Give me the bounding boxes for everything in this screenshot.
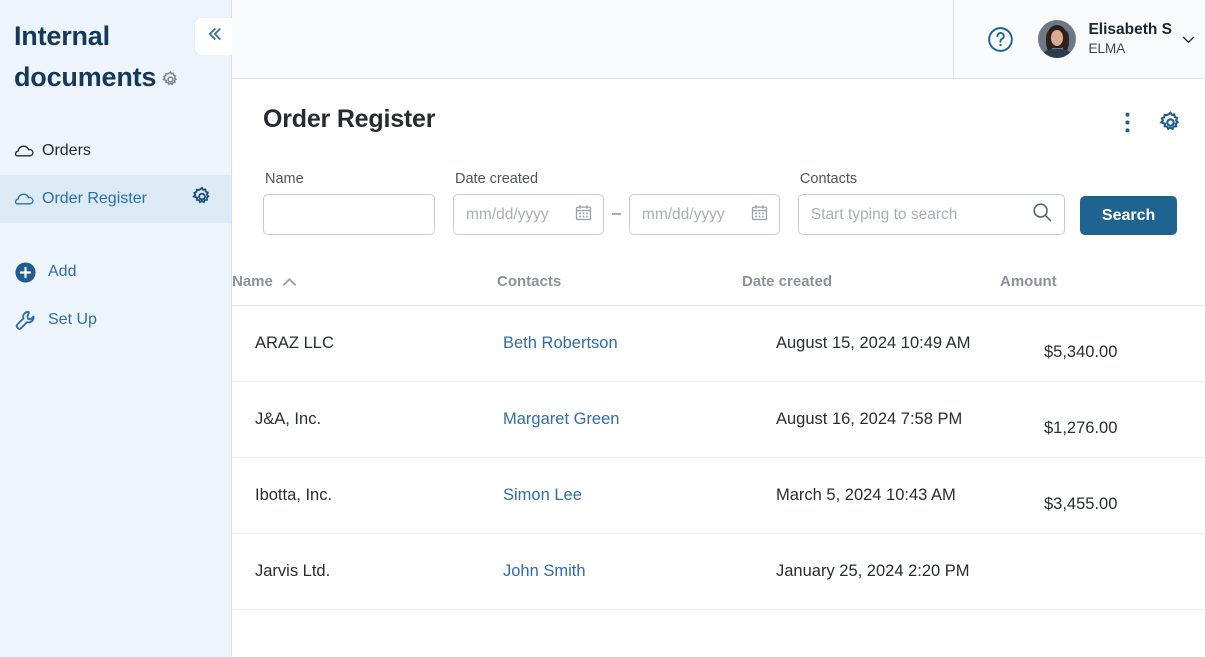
top-bar: Elisabeth S ELMA <box>232 0 1205 79</box>
table-row[interactable]: ARAZ LLC Beth Robertson August 15, 2024 … <box>232 305 1205 382</box>
contact-link[interactable]: Margaret Green <box>503 410 619 428</box>
sidebar-add-label: Add <box>48 263 77 280</box>
avatar-hair-right <box>1062 31 1070 51</box>
table-container: Name Contacts Date created Amount ARAZ L… <box>232 235 1205 610</box>
cell-name: J&A, Inc. <box>232 381 497 458</box>
table-head: Name Contacts Date created Amount <box>232 273 1205 306</box>
sidebar-setup-label: Set Up <box>48 311 97 328</box>
cell-date-created: August 16, 2024 7:58 PM <box>742 381 1000 458</box>
sidebar-title-text: Internal documents <box>14 21 157 92</box>
cell-contacts: Beth Robertson <box>497 305 742 382</box>
cloud-icon <box>14 191 40 207</box>
app-window: Internal documents Orders Order Register… <box>0 0 1205 657</box>
gear-icon[interactable] <box>1158 110 1183 135</box>
date-range-group: mm/dd/yyyy – mm/dd/yyyy <box>453 194 780 235</box>
column-header-date-created[interactable]: Date created <box>742 273 1000 306</box>
sidebar-nav: Orders Order Register <box>0 127 231 223</box>
cell-amount: $3,455.00 <box>1000 457 1205 534</box>
question-circle-icon[interactable] <box>986 25 1015 54</box>
column-header-label: Amount <box>1000 273 1057 290</box>
chevron-down-icon <box>1180 31 1197 48</box>
name-input[interactable] <box>263 194 435 235</box>
user-org: ELMA <box>1088 40 1126 56</box>
page-header-tools <box>1114 105 1205 135</box>
cell-amount <box>1000 533 1205 610</box>
contact-link[interactable]: John Smith <box>503 562 586 580</box>
wrench-icon <box>14 309 48 332</box>
sidebar-item-order-register[interactable]: Order Register <box>0 175 231 223</box>
calendar-icon[interactable] <box>574 203 593 227</box>
sidebar-header: Internal documents <box>0 0 232 101</box>
plus-circle-icon <box>14 261 48 284</box>
avatar-body <box>1044 49 1071 58</box>
table-header-row: Name Contacts Date created Amount <box>232 273 1205 306</box>
double-chevron-left-icon <box>204 24 224 49</box>
page-header: Order Register <box>232 79 1205 135</box>
user-name: Elisabeth S <box>1088 21 1172 39</box>
contacts-search-input[interactable]: Start typing to search <box>797 194 1065 235</box>
contact-link[interactable]: Simon Lee <box>503 486 582 504</box>
column-header-label: Name <box>232 273 273 290</box>
cell-amount: $1,276.00 <box>1000 381 1205 458</box>
column-header-label: Date created <box>742 273 833 290</box>
table-body: ARAZ LLC Beth Robertson August 15, 2024 … <box>232 305 1205 610</box>
column-header-amount[interactable]: Amount <box>1000 273 1205 306</box>
avatar <box>1038 20 1077 58</box>
sidebar-item-label: Orders <box>42 142 91 159</box>
page-title: Order Register <box>263 105 436 133</box>
date-range-separator: – <box>612 205 621 222</box>
cell-date-created: January 25, 2024 2:20 PM <box>742 533 1000 610</box>
date-from-placeholder: mm/dd/yyyy <box>466 205 549 223</box>
sidebar-setup-button[interactable]: Set Up <box>0 296 231 344</box>
column-header-label: Contacts <box>497 273 562 290</box>
cell-date-created: August 15, 2024 10:49 AM <box>742 305 1000 382</box>
cell-contacts: Simon Lee <box>497 457 742 534</box>
filter-name-label: Name <box>265 171 304 187</box>
contacts-placeholder: Start typing to search <box>810 205 958 223</box>
table-row[interactable]: Jarvis Ltd. John Smith January 25, 2024 … <box>232 533 1205 610</box>
date-from-input[interactable]: mm/dd/yyyy <box>453 194 604 235</box>
contact-link[interactable]: Beth Robertson <box>503 334 618 352</box>
order-table: Name Contacts Date created Amount ARAZ L… <box>232 273 1205 610</box>
main-pane: Elisabeth S ELMA Order Register Name Dat… <box>232 0 1205 657</box>
column-header-contacts[interactable]: Contacts <box>497 273 742 306</box>
table-row[interactable]: J&A, Inc. Margaret Green August 16, 2024… <box>232 381 1205 458</box>
cell-contacts: John Smith <box>497 533 742 610</box>
sidebar-actions: Add Set Up <box>0 248 231 344</box>
calendar-icon[interactable] <box>750 203 769 227</box>
filter-name: Name <box>263 171 435 235</box>
sidebar-collapse-button[interactable] <box>195 18 232 55</box>
cell-name: Jarvis Ltd. <box>232 533 497 610</box>
sidebar-item-label: Order Register <box>42 190 147 207</box>
user-info: Elisabeth S ELMA <box>1088 21 1172 57</box>
table-row[interactable]: Ibotta, Inc. Simon Lee March 5, 2024 10:… <box>232 457 1205 534</box>
column-header-name[interactable]: Name <box>232 273 497 306</box>
content-area: Order Register Name Date created mm/dd/y… <box>232 79 1205 657</box>
filter-date-created: Date created mm/dd/yyyy – mm/dd/yyyy <box>453 171 780 235</box>
sidebar-add-button[interactable]: Add <box>0 248 231 296</box>
filter-contacts-label: Contacts <box>799 171 858 187</box>
filter-date-label: Date created <box>455 171 539 187</box>
cell-amount: $5,340.00 <box>1000 305 1205 382</box>
gear-icon[interactable] <box>161 60 180 101</box>
sidebar: Internal documents Orders Order Register… <box>0 0 232 657</box>
chevron-up-icon <box>282 277 297 287</box>
sidebar-title: Internal documents <box>14 16 194 101</box>
sidebar-item-orders[interactable]: Orders <box>0 127 231 175</box>
cell-date-created: March 5, 2024 10:43 AM <box>742 457 1000 534</box>
cloud-icon <box>14 143 40 159</box>
date-to-input[interactable]: mm/dd/yyyy <box>628 194 780 235</box>
cell-name: Ibotta, Inc. <box>232 457 497 534</box>
date-to-placeholder: mm/dd/yyyy <box>641 205 725 223</box>
filter-contacts: Contacts Start typing to search <box>797 171 1065 235</box>
search-button[interactable]: Search <box>1079 196 1178 235</box>
magnifier-icon[interactable] <box>1030 200 1054 229</box>
cell-contacts: Margaret Green <box>497 381 742 458</box>
user-menu[interactable]: Elisabeth S ELMA <box>1038 20 1197 58</box>
cell-name: ARAZ LLC <box>232 305 497 382</box>
more-vertical-icon[interactable] <box>1114 112 1140 133</box>
gear-icon[interactable] <box>191 186 213 213</box>
top-bar-right: Elisabeth S ELMA <box>954 0 1205 79</box>
filter-bar: Name Date created mm/dd/yyyy – mm/dd/yyy… <box>232 135 1205 235</box>
